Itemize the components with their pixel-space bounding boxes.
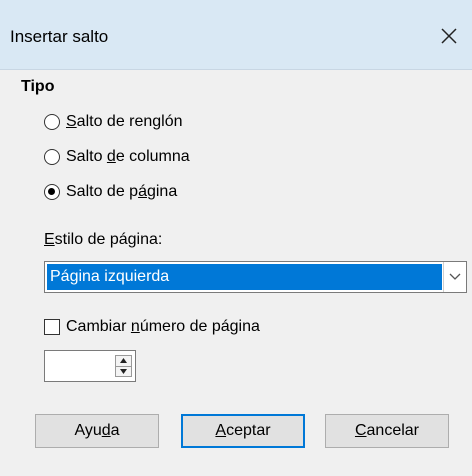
decrement-button[interactable]	[115, 366, 132, 377]
arrow-down-icon	[120, 368, 127, 374]
radio-label-line-break: Salto de renglón	[66, 113, 183, 130]
chevron-down-icon	[449, 273, 461, 280]
page-number-spinbox[interactable]	[44, 350, 136, 382]
radio-button-page-break[interactable]	[44, 184, 60, 200]
close-button[interactable]	[426, 14, 472, 58]
page-style-label: Estilo de página:	[44, 231, 163, 248]
radio-button-column-break[interactable]	[44, 149, 60, 165]
radio-column-break[interactable]: Salto de columna	[44, 148, 190, 166]
increment-button[interactable]	[115, 355, 132, 367]
spin-buttons	[115, 355, 132, 377]
change-page-number-option[interactable]: Cambiar número de página	[44, 318, 260, 336]
title-bar: Insertar salto	[0, 0, 472, 70]
page-style-dropdown[interactable]: Página izquierda	[44, 261, 467, 293]
radio-page-break[interactable]: Salto de página	[44, 183, 177, 201]
cancel-button[interactable]: Cancelar	[325, 414, 449, 448]
type-section-heading: Tipo	[21, 78, 55, 95]
arrow-up-icon	[120, 358, 127, 364]
radio-line-break[interactable]: Salto de renglón	[44, 113, 183, 131]
dialog-title: Insertar salto	[10, 27, 109, 46]
help-button[interactable]: Ayu d a	[35, 414, 159, 448]
radio-label-column-break: Salto de columna	[66, 148, 190, 165]
change-page-number-checkbox[interactable]	[44, 319, 60, 335]
insert-break-dialog: Insertar salto Tipo Salto de renglón Sal…	[0, 0, 472, 476]
dropdown-button[interactable]	[443, 262, 466, 292]
page-number-input[interactable]	[47, 353, 111, 379]
ok-button[interactable]: Aceptar	[181, 414, 305, 448]
radio-button-line-break[interactable]	[44, 114, 60, 130]
close-icon	[441, 28, 457, 44]
change-page-number-label: Cambiar número de página	[66, 318, 260, 335]
page-style-selected-value: Página izquierda	[47, 264, 442, 290]
radio-label-page-break: Salto de página	[66, 183, 178, 200]
